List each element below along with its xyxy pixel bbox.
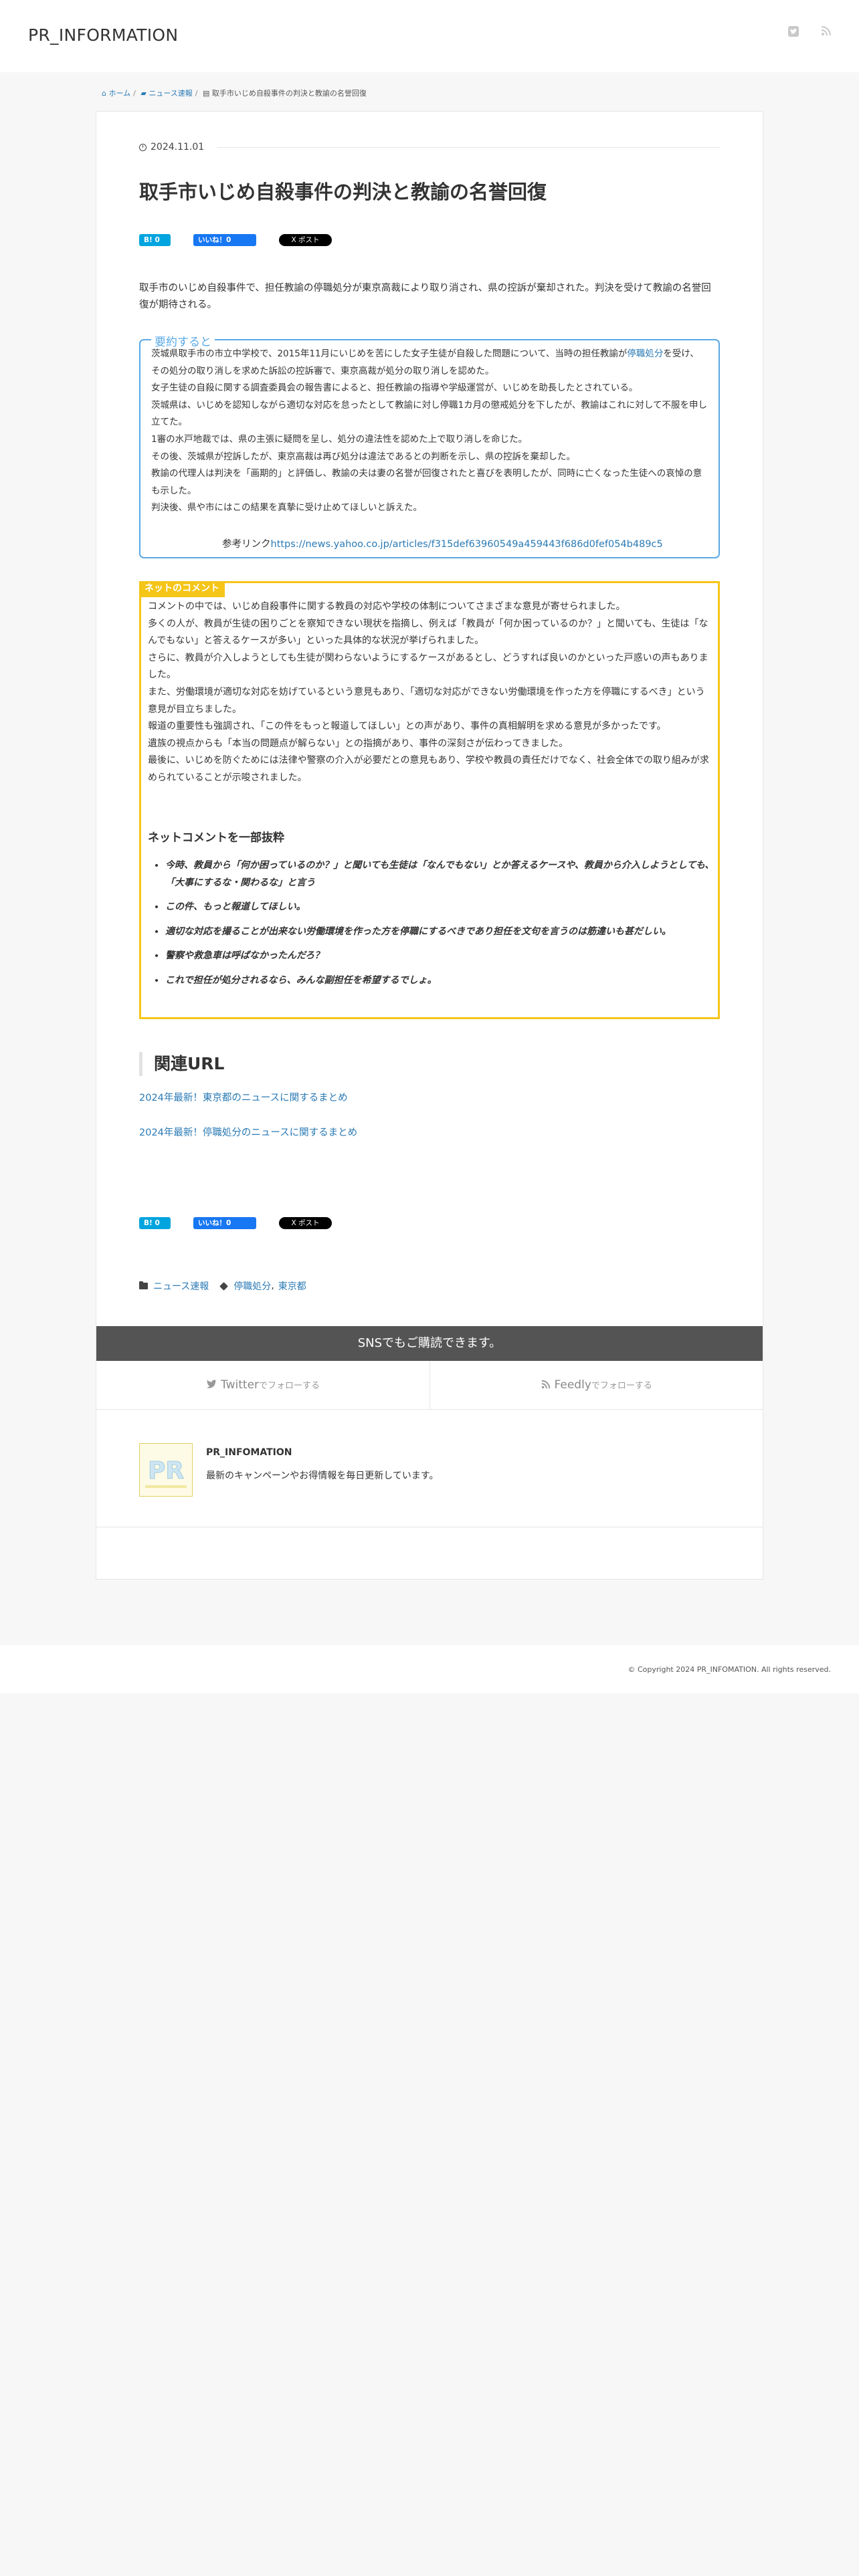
reference-link-row: 参考リンクhttps://news.yahoo.co.jp/articles/f… [222, 536, 663, 550]
summary-line: 判決後、県や市にはこの結果を真摯に受け止めてほしいと訴えた。 [151, 502, 422, 514]
comment-paragraph: また、労働環境が適切な対応を妨げているという意見もあり、「適切な対応ができない労… [148, 686, 705, 715]
twitter-icon[interactable] [786, 25, 801, 40]
post-date: 2024.11.01 [139, 142, 720, 152]
feedly-label: Feedly [554, 1378, 591, 1392]
x-post-button[interactable]: X ポスト [279, 1217, 332, 1229]
site-title[interactable]: PR_INFORMATION [28, 25, 178, 45]
author-box: PR PR_INFOMATION 最新のキャンペーンやお得情報を毎日更新していま… [139, 1443, 720, 1503]
sns-follow-row: Twitterでフォローする Feedlyでフォローする [96, 1361, 763, 1410]
comments-box: ネットのコメント コメントの中では、いじめ自殺事件に関する教員の対応や学校の体制… [139, 581, 720, 1019]
breadcrumb-current: 取手市いじめ自殺事件の判決と教諭の名誉回復 [211, 89, 367, 98]
excerpt-item: 適切な対応を撮ることが出来ない労働環境を作った方を停職にするべきであり担任を文句… [165, 924, 725, 941]
comment-paragraph: さらに、教員が介入しようとしても生徒が関わらないようにするケースがあるとし、どう… [148, 652, 708, 681]
excerpt-item: これで担任が処分されるなら、みんな副担任を希望するでしょ。 [165, 972, 725, 990]
keyword-link[interactable]: 停職処分 [627, 348, 663, 359]
summary-line: 茨城県は、いじめを認知しながら適切な対応を怠ったとして教諭に対し停職1カ月の懲戒… [151, 399, 708, 428]
copyright: © Copyright 2024 PR_INFOMATION. All righ… [628, 1665, 831, 1674]
share-buttons-bottom: B! 0 いいね！0 X ポスト [139, 1216, 720, 1230]
date-divider [217, 146, 720, 148]
comment-paragraph: 遺族の視点からも「本当の問題点が解らない」との指摘があり、事件の深刻さが伝わって… [148, 738, 569, 749]
reference-label: 参考リンク [222, 539, 271, 550]
site-footer: © Copyright 2024 PR_INFOMATION. All righ… [0, 1645, 859, 1693]
summary-line: 教諭の代理人は判決を「画期的」と評価し、教諭の夫は妻の名誉が回復されたと喜びを表… [151, 468, 702, 496]
excerpt-list: 今時、教員から「何か困っているのか？」と聞いても生徒は「なんでもない」とか答える… [151, 857, 725, 997]
twitter-label: Twitter [221, 1378, 260, 1392]
facebook-like-button[interactable]: いいね！0 [193, 234, 256, 246]
comment-paragraph: コメントの中では、いじめ自殺事件に関する教員の対応や学校の体制についてさまざまな… [148, 601, 626, 612]
post-lead: 取手市のいじめ自殺事件で、担任教諭の停職処分が東京高裁により取り消され、県の控訴… [139, 283, 711, 310]
comments-body: コメントの中では、いじめ自殺事件に関する教員の対応や学校の体制についてさまざまな… [148, 599, 710, 787]
breadcrumb-home[interactable]: ホーム [108, 89, 130, 98]
post-date-text: 2024.11.01 [151, 142, 205, 152]
follow-suffix: でフォローする [259, 1381, 320, 1391]
author-name[interactable]: PR_INFOMATION [206, 1447, 292, 1458]
follow-suffix: でフォローする [591, 1381, 652, 1391]
avatar: PR [139, 1443, 193, 1497]
summary-box: 要約すると 茨城県取手市の市立中学校で、2015年11月にいじめを苦にした女子生… [139, 332, 720, 558]
related-link-tokyo[interactable]: 2024年最新！東京都のニュースに関するまとめ [139, 1090, 348, 1104]
share-buttons-top: B! 0 いいね！0 X ポスト [139, 233, 720, 247]
rss-icon [541, 1378, 554, 1392]
category-link[interactable]: ニュース速報 [153, 1279, 209, 1293]
avatar-logo-text: PR [148, 1457, 184, 1485]
summary-line: 茨城県取手市の市立中学校で、2015年11月にいじめを苦にした女子生徒が自殺した… [151, 348, 628, 359]
post-title: 取手市いじめ自殺事件の判決と教諭の名誉回復 [139, 181, 547, 203]
feedly-follow-button[interactable]: Feedlyでフォローする [430, 1361, 763, 1409]
post-meta-tags: ニュース速報 停職処分, 東京都 [139, 1279, 306, 1293]
breadcrumb: ⌂ ホーム / ▰ ニュース速報 / ▤ 取手市いじめ自殺事件の判決と教諭の名誉回復 [102, 89, 367, 98]
facebook-like-button[interactable]: いいね！0 [193, 1217, 256, 1229]
author-description: 最新のキャンペーンやお得情報を毎日更新しています。 [206, 1471, 439, 1481]
summary-line: 女子生徒の自殺に関する調査委員会の報告書によると、担任教諭の指導や学級運営が、い… [151, 383, 638, 394]
excerpt-heading: ネットコメントを一部抜粋 [148, 831, 284, 845]
comments-label: ネットのコメント [139, 581, 225, 597]
folder-icon [139, 1281, 148, 1289]
x-post-button[interactable]: X ポスト [279, 234, 332, 246]
twitter-icon [206, 1378, 221, 1391]
comment-paragraph: 多くの人が、教員が生徒の困りごとを察知できない現状を指摘し、例えば「教員が「何か… [148, 618, 708, 647]
article-card: 2024.11.01 取手市いじめ自殺事件の判決と教諭の名誉回復 B! 0 いい… [96, 111, 763, 1580]
tag-link[interactable]: 東京都 [278, 1279, 306, 1293]
comment-paragraph: 最後に、いじめを防ぐためには法律や警察の介入が必要だとの意見もあり、学校や教員の… [148, 755, 709, 783]
site-header: PR_INFORMATION [0, 0, 859, 72]
excerpt-item: 今時、教員から「何か困っているのか？」と聞いても生徒は「なんでもない」とか答える… [165, 857, 725, 891]
comment-paragraph: 報道の重要性も強調され、「この件をもっと報道してほしい」との声があり、事件の真相… [148, 721, 666, 732]
excerpt-item: この件、もっと報道してほしい。 [165, 899, 725, 916]
tag-link[interactable]: 停職処分 [233, 1279, 271, 1293]
home-icon: ⌂ [102, 89, 106, 98]
hatena-bookmark-button[interactable]: B! 0 [139, 1217, 171, 1229]
summary-line: その後、茨城県が控訴したが、東京高裁は再び処分は違法であるとの判断を示し、県の控… [151, 451, 575, 462]
sns-heading: SNSでもご購読できます。 [96, 1326, 763, 1361]
related-link-suspension[interactable]: 2024年最新！停職処分のニュースに関するまとめ [139, 1125, 357, 1139]
summary-line: 1審の水戸地裁では、県の主張に疑問を呈し、処分の違法性を認めた上で取り消しを命じ… [151, 433, 528, 445]
rss-icon[interactable] [819, 25, 834, 40]
tag-separator: , [271, 1281, 274, 1291]
twitter-follow-button[interactable]: Twitterでフォローする [96, 1361, 430, 1409]
summary-body: 茨城県取手市の市立中学校で、2015年11月にいじめを苦にした女子生徒が自殺した… [151, 346, 708, 517]
reference-url[interactable]: https://news.yahoo.co.jp/articles/f315de… [271, 539, 663, 550]
excerpt-item: 警察や救急車は呼ばなかったんだろ？ [165, 948, 725, 965]
hatena-bookmark-button[interactable]: B! 0 [139, 234, 171, 246]
file-icon: ▤ [203, 89, 210, 98]
clock-icon [139, 143, 147, 151]
folder-icon: ▰ [140, 89, 147, 98]
breadcrumb-category[interactable]: ニュース速報 [149, 89, 192, 98]
related-heading: 関連URL [139, 1052, 224, 1076]
tag-icon [219, 1281, 229, 1291]
